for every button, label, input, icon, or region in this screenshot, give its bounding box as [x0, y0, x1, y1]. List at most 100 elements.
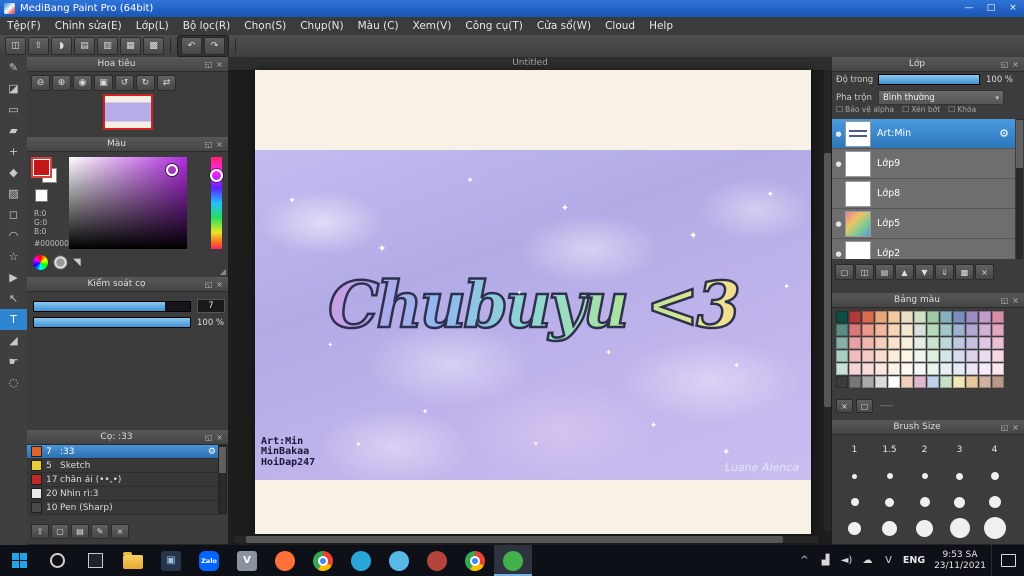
palette-swatch[interactable] — [953, 324, 965, 336]
palette-swatch[interactable] — [966, 324, 978, 336]
popout-icon[interactable]: ◱ — [999, 423, 1010, 432]
brush-item[interactable]: 7:33 ⚙ — [27, 445, 219, 459]
popout-icon[interactable]: ◱ — [203, 140, 214, 149]
network-icon[interactable]: ▟ — [815, 555, 836, 566]
brush-size-preset[interactable] — [907, 489, 942, 515]
undo-button[interactable]: ↶ — [181, 37, 202, 55]
brush-item[interactable]: 10 Pen (Sharp) — [27, 501, 219, 515]
medibang-app[interactable] — [494, 545, 532, 576]
menu-chup[interactable]: Chụp(N) — [293, 17, 350, 35]
blend-mode-select[interactable]: Bình thường ▾ — [878, 90, 1004, 105]
zoom-100-button[interactable]: ◉ — [73, 75, 92, 91]
palette-swatch[interactable] — [849, 376, 861, 388]
palette-swatch[interactable] — [888, 324, 900, 336]
palette-swatch[interactable] — [901, 363, 913, 375]
palette-swatch[interactable] — [979, 376, 991, 388]
zoom-in-button[interactable]: ⊕ — [52, 75, 71, 91]
save-icon[interactable]: ◫ — [5, 37, 26, 55]
layer-visibility-icon[interactable]: ● — [832, 130, 845, 138]
delete-color-icon[interactable]: × — [836, 399, 853, 413]
layer-row[interactable]: ● Lớp9 — [832, 149, 1015, 179]
volume-icon[interactable]: ◄) — [836, 555, 857, 566]
popout-icon[interactable]: ◱ — [203, 60, 214, 69]
brush-size-preset[interactable] — [907, 463, 942, 489]
palette-swatch[interactable] — [862, 363, 874, 375]
fill-tool[interactable]: ◆ — [0, 162, 27, 183]
chrome-profile-app[interactable] — [456, 545, 494, 576]
menu-tep[interactable]: Tệp(F) — [0, 17, 48, 35]
workspace-icon[interactable]: ▩ — [143, 37, 164, 55]
photos-app[interactable]: ▣ — [152, 545, 190, 576]
brush-size-preset[interactable] — [977, 489, 1012, 515]
palette-swatch[interactable] — [992, 324, 1004, 336]
checkbox-xen-bot[interactable]: ☐ Xén bớt — [902, 105, 940, 114]
palette-swatch[interactable] — [940, 363, 952, 375]
onedrive-icon[interactable]: ☁ — [857, 555, 878, 566]
publish-icon[interactable]: ⇧ — [28, 37, 49, 55]
brush-size-preset[interactable] — [837, 463, 872, 489]
scroll-up-icon[interactable]: ⇧ — [31, 524, 49, 539]
canvas-vscrollbar[interactable] — [824, 70, 831, 531]
page-list-icon[interactable]: ▥ — [97, 37, 118, 55]
brush-item[interactable]: 20 Nhìn rì:3 — [27, 487, 219, 501]
palette-swatch[interactable] — [914, 324, 926, 336]
popout-icon[interactable]: ◱ — [203, 433, 214, 442]
color-wheel-icon[interactable] — [33, 255, 48, 270]
brush-settings-icon[interactable]: ⚙ — [208, 447, 216, 457]
palette-swatch[interactable] — [849, 311, 861, 323]
brush-size-preset[interactable] — [872, 489, 907, 515]
close-button[interactable]: × — [1002, 0, 1024, 17]
move-layer-down-icon[interactable]: ▼ — [915, 264, 934, 280]
layer-settings-icon[interactable]: ⚙ — [999, 127, 1009, 140]
coccoc-app[interactable] — [380, 545, 418, 576]
brush-folder-icon[interactable]: ▤ — [71, 524, 89, 539]
palette-swatch[interactable] — [914, 363, 926, 375]
search-button[interactable] — [38, 545, 76, 576]
palette-swatch[interactable] — [927, 324, 939, 336]
brush-opacity-slider[interactable]: 100 % — [33, 317, 224, 328]
add-brush-icon[interactable]: ▢ — [51, 524, 69, 539]
delete-brush-icon[interactable]: × — [111, 524, 129, 539]
move-tool[interactable]: + — [0, 141, 27, 162]
brush-size-preset[interactable]: 4 — [977, 437, 1012, 463]
close-panel-icon[interactable]: × — [214, 140, 225, 149]
palette-swatch[interactable] — [966, 311, 978, 323]
palette-swatch[interactable] — [966, 363, 978, 375]
palette-swatch[interactable] — [888, 363, 900, 375]
checkbox-khoa[interactable]: ☐ Khóa — [948, 105, 976, 114]
palette-swatch[interactable] — [849, 337, 861, 349]
palette-swatch[interactable] — [953, 311, 965, 323]
palette-swatch[interactable] — [849, 350, 861, 362]
notification-center-button[interactable] — [991, 545, 1024, 576]
new-layer-icon[interactable]: ▢ — [835, 264, 854, 280]
hue-indicator[interactable] — [210, 169, 223, 182]
palette-swatch[interactable] — [953, 363, 965, 375]
airbrush-tool[interactable]: ▰ — [0, 120, 27, 141]
move-layer-up-icon[interactable]: ▲ — [895, 264, 914, 280]
language-indicator[interactable]: ENG — [899, 545, 929, 576]
palette-swatch[interactable] — [888, 311, 900, 323]
palette-swatch[interactable] — [979, 350, 991, 362]
grid-icon[interactable]: ▦ — [120, 37, 141, 55]
palette-swatch[interactable] — [914, 337, 926, 349]
brush-size-preset[interactable] — [942, 463, 977, 489]
palette-swatch[interactable] — [953, 337, 965, 349]
hidden-icons-chevron[interactable]: ^ — [794, 555, 815, 566]
menu-cloud[interactable]: Cloud — [598, 17, 642, 35]
palette-swatch[interactable] — [992, 311, 1004, 323]
hand-tool[interactable]: ☛ — [0, 351, 27, 372]
flip-button[interactable]: ⇄ — [157, 75, 176, 91]
palette-swatch[interactable] — [927, 311, 939, 323]
delete-layer-icon[interactable]: × — [975, 264, 994, 280]
saturation-value-picker[interactable] — [69, 157, 187, 249]
palette-swatch[interactable] — [940, 337, 952, 349]
rotate-right-button[interactable]: ↻ — [136, 75, 155, 91]
layer-opacity-slider[interactable] — [878, 74, 980, 85]
palette-swatch[interactable] — [836, 350, 848, 362]
select-tool[interactable]: ◻ — [0, 204, 27, 225]
brave-app[interactable] — [418, 545, 456, 576]
start-button[interactable] — [0, 545, 38, 576]
sv-indicator[interactable] — [166, 164, 178, 176]
brush-size-preset[interactable] — [837, 489, 872, 515]
palette-swatch[interactable] — [836, 311, 848, 323]
